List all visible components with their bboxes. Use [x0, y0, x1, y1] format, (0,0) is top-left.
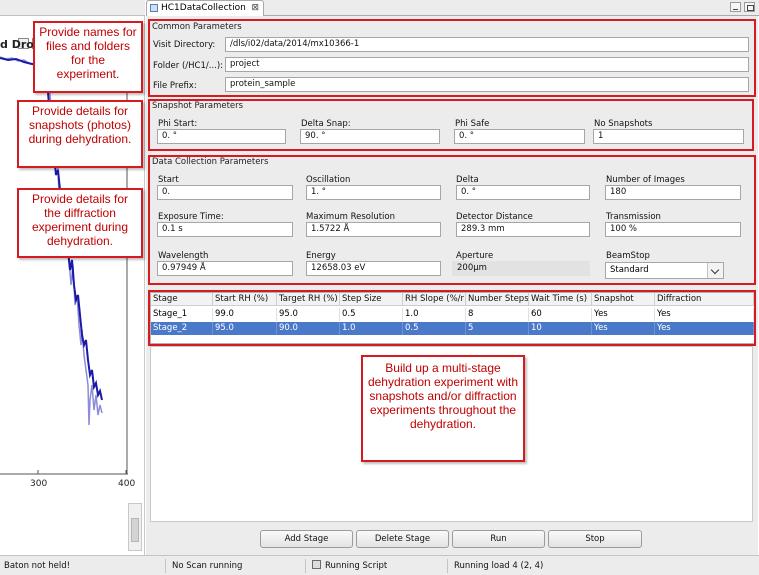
add-stage-button[interactable]: Add Stage — [260, 530, 353, 548]
common-parameters-highlight — [148, 19, 756, 97]
snapshot-parameters-highlight — [148, 99, 754, 151]
plot-scrollbar[interactable] — [128, 503, 142, 551]
tab-hc1-data-collection[interactable]: HC1DataCollection ⊠ — [146, 0, 264, 16]
minimize-icon[interactable] — [730, 2, 741, 12]
x-tick-label-400: 400 — [118, 479, 135, 489]
view-icon — [150, 4, 158, 12]
load-status: Running load 4 (2, 4) — [454, 561, 544, 571]
data-collection-parameters-highlight — [148, 155, 756, 285]
script-icon — [312, 560, 321, 569]
status-bar: Baton not held! No Scan running Running … — [0, 555, 759, 575]
scan-status: No Scan running — [168, 559, 306, 573]
plot-panel-tabstrip — [0, 0, 145, 16]
tab-close-icon[interactable]: ⊠ — [251, 1, 259, 15]
callout-snapshots: Provide details for snapshots (photos) d… — [17, 100, 143, 168]
tab-title: HC1DataCollection — [161, 3, 246, 13]
stages-table-highlight — [148, 290, 756, 346]
run-button[interactable]: Run — [452, 530, 545, 548]
delete-stage-button[interactable]: Delete Stage — [356, 530, 449, 548]
script-status-text: Running Script — [325, 561, 388, 571]
plot-scrollbar-thumb[interactable] — [131, 518, 139, 542]
callout-file-names: Provide names for files and folders for … — [33, 21, 143, 93]
stop-button[interactable]: Stop — [548, 530, 642, 548]
callout-diffraction: Provide details for the diffraction expe… — [17, 188, 143, 258]
callout-multistage: Build up a multi-stage dehydration exper… — [361, 355, 525, 462]
maximize-icon[interactable] — [744, 2, 755, 12]
x-tick-label-300: 300 — [30, 479, 47, 489]
baton-status: Baton not held! — [0, 559, 166, 573]
script-status: Running Script — [308, 559, 448, 573]
